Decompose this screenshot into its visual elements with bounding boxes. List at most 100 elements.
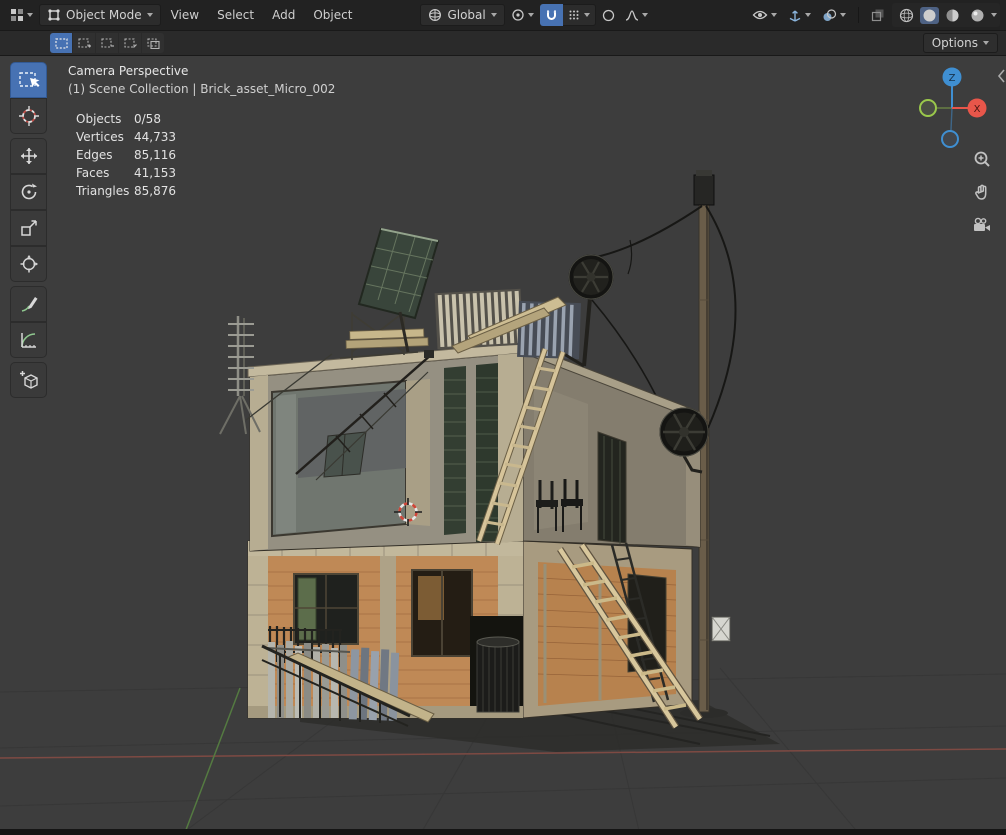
mode-dropdown[interactable]: Object Mode [39,4,161,26]
select-mode-new[interactable] [50,33,72,53]
tool-add-cube[interactable] [10,362,47,398]
cursor-tool-icon [18,106,39,126]
menu-select[interactable]: Select [209,5,262,25]
shading-wireframe-button[interactable] [895,4,918,26]
visibility-dropdown[interactable] [748,4,781,26]
chevron-down-icon [490,13,497,17]
magnet-icon [546,10,556,20]
select-mode-subtract[interactable] [96,33,118,53]
navigation-gizmo[interactable]: Z X [906,60,998,152]
select-mode-extend[interactable] [73,33,95,53]
rotate-icon [21,183,37,200]
shading-material-icon [946,9,959,21]
building-upper-storey [247,342,701,552]
toolbar [10,62,47,398]
viewport-header: Object Mode View Select Add Object Globa… [0,0,1006,30]
shading-rendered-button[interactable] [966,4,989,26]
snap-target-dropdown[interactable] [562,4,596,26]
tool-select-box[interactable] [10,62,47,98]
move-icon [20,148,37,164]
camera-view-button[interactable] [971,214,993,236]
view-label: Camera Perspective [68,64,189,78]
3d-viewport[interactable]: Camera Perspective (1) Scene Collection … [0,56,1006,829]
pivot-point-dropdown[interactable] [507,4,538,26]
axis-x-line [0,748,1006,759]
blender-window: Object Mode View Select Add Object Globa… [0,0,1006,835]
snap-controls [539,4,596,26]
snap-toggle-button[interactable] [539,4,563,26]
shading-solid-icon [923,9,936,21]
tool-cursor[interactable] [10,98,47,134]
shading-mode-group [892,3,1000,27]
proportional-falloff-dropdown[interactable] [621,4,652,26]
status-bar [0,829,1006,835]
transform-orientation-dropdown[interactable]: Global [420,4,505,26]
wire-bin [476,636,520,713]
chevron-down-icon [583,13,590,17]
gizmo-axis-y-neg[interactable] [919,99,937,117]
shading-rendered-icon [971,9,984,21]
scene-stats: Objects 0/58 Vertices 44,733 Edges 85,11… [76,110,176,200]
select-mode-intersect[interactable] [142,33,164,53]
stat-objects: Objects 0/58 [76,112,161,126]
gizmo-axis-z-neg[interactable] [941,130,959,148]
zoom-icon [974,151,990,167]
stat-triangles: Triangles 85,876 [76,184,176,198]
viewport-display-controls [748,3,1000,27]
menu-view[interactable]: View [163,5,207,25]
camera-icon [974,217,990,231]
orientation-label: Global [447,8,486,22]
select-mode-invert[interactable] [119,33,141,53]
proportional-editing-icon [602,9,614,21]
sidebar-toggle[interactable] [997,68,1006,88]
mode-label: Object Mode [66,8,142,22]
tool-settings-bar: Options [0,30,1006,56]
select-box-icon [18,72,39,87]
chevron-down-icon [805,13,811,17]
xray-toggle[interactable] [867,4,889,26]
chevron-down-icon [983,41,989,45]
orientation-global-icon [429,8,442,22]
add-cube-icon [19,371,38,389]
measure-icon [20,333,36,348]
axis-y-line [185,687,241,829]
tool-annotate[interactable] [10,286,47,322]
tool-measure[interactable] [10,322,47,358]
editor-type-button[interactable] [6,4,37,26]
viewport-side-controls [971,148,993,236]
menu-add[interactable]: Add [264,5,303,25]
gizmo-z-label: Z [949,73,956,84]
tool-scale[interactable] [10,210,47,246]
tool-transform[interactable] [10,246,47,282]
chevron-down-icon [991,13,997,17]
shading-material-button[interactable] [941,4,964,26]
gizmos-dropdown[interactable] [784,4,815,26]
shading-wireframe-icon [899,8,914,22]
eye-icon [752,10,768,20]
options-label: Options [931,36,978,50]
tool-rotate[interactable] [10,174,47,210]
select-mode-group [50,33,164,53]
tool-move[interactable] [10,138,47,174]
shading-solid-button[interactable] [920,6,939,24]
chevron-down-icon [146,13,153,17]
scale-icon [20,220,37,236]
zoom-button[interactable] [971,148,993,170]
stat-faces: Faces 41,153 [76,166,176,180]
separator [858,7,859,23]
proportional-editing-toggle[interactable] [598,4,619,26]
chevron-down-icon [840,13,846,17]
chevron-down-icon [27,13,33,17]
gizmo-icon [789,10,801,22]
snap-grid-icon [569,10,579,20]
hand-icon [975,184,987,200]
editor-type-icon [11,9,23,21]
gizmo-x-label: X [974,104,981,115]
menu-object[interactable]: Object [305,5,360,25]
overlays-dropdown[interactable] [818,4,850,26]
object-mode-icon [48,9,60,21]
chevron-down-icon [527,13,534,17]
falloff-curve-icon [625,9,638,21]
pan-button[interactable] [971,181,993,203]
options-dropdown[interactable]: Options [922,33,998,53]
